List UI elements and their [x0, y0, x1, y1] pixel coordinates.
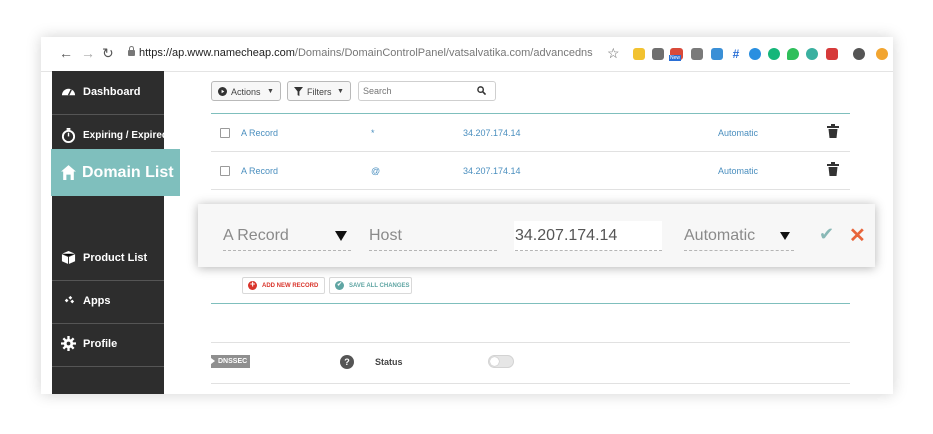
extension-icon[interactable] [853, 48, 865, 60]
extension-icon[interactable] [749, 48, 761, 60]
back-icon[interactable]: ← [59, 46, 73, 60]
extension-pencil-icon[interactable] [633, 48, 645, 60]
sidebar-item-label: Apps [83, 295, 111, 307]
row-checkbox[interactable] [220, 166, 230, 176]
sidebar-item-label: Expiring / Expired [83, 130, 169, 141]
plus-circle-icon: + [248, 279, 257, 290]
dashboard-gauge-icon [61, 88, 76, 96]
field-underline [223, 250, 351, 251]
new-badge: New [669, 55, 682, 61]
search-icon[interactable] [477, 86, 486, 95]
sidebar-item-domain-list[interactable]: Domain List [51, 149, 180, 196]
extension-icon[interactable] [876, 48, 888, 60]
filters-label: Filters [307, 87, 332, 97]
chevron-down-icon: ▼ [337, 88, 344, 95]
extension-new-icon[interactable]: New [669, 48, 683, 61]
record-value[interactable]: 34.207.174.14 [463, 128, 521, 138]
extension-icon[interactable] [787, 48, 799, 60]
status-label: Status [375, 357, 403, 367]
search-input[interactable] [358, 81, 496, 101]
extension-icon[interactable] [652, 48, 664, 60]
row-checkbox[interactable] [220, 128, 230, 138]
record-host[interactable]: * [371, 128, 375, 138]
url-path: /Domains/DomainControlPanel/vatsalvatika… [294, 47, 593, 59]
extension-icon[interactable] [691, 48, 703, 60]
checkmark-icon[interactable]: ✔ [819, 224, 834, 245]
browser-window: ← → ↻ https://ap.www.namecheap.com/Domai… [41, 37, 893, 394]
sidebar-item-label: Profile [83, 338, 118, 350]
add-new-record-button[interactable]: + ADD NEW RECORD [242, 277, 325, 294]
bookmark-star-icon[interactable]: ☆ [607, 45, 620, 62]
help-icon[interactable]: ? [340, 355, 354, 369]
edit-record-row: A Record Host 34.207.174.14 Automatic ✔ … [198, 204, 875, 267]
sidebar-item-label: Domain List [82, 164, 174, 181]
chevron-down-icon: ▼ [267, 88, 274, 95]
url-field[interactable]: https://ap.www.namecheap.com/Domains/Dom… [139, 47, 593, 59]
extension-icon[interactable] [806, 48, 818, 60]
save-all-changes-button[interactable]: ✔ SAVE ALL CHANGES [329, 277, 412, 294]
sidebar-item-apps[interactable]: Apps [52, 280, 164, 324]
sidebar-item-dashboard[interactable]: Dashboard [52, 71, 164, 115]
home-icon [61, 165, 76, 180]
record-type-select[interactable]: A Record [223, 227, 289, 245]
dnssec-text: DNSSEC [218, 358, 248, 365]
sidebar-item-label: Dashboard [83, 86, 141, 98]
dnssec-toggle[interactable] [488, 355, 514, 368]
sidebar-item-label: Product List [83, 252, 148, 264]
record-ttl[interactable]: Automatic [718, 166, 758, 176]
play-circle-icon [218, 87, 227, 96]
divider [211, 303, 850, 304]
value-text: 34.207.174.14 [515, 227, 618, 244]
extension-icon[interactable] [711, 48, 723, 60]
filters-dropdown[interactable]: Filters ▼ [287, 81, 351, 101]
sidebar-item-profile[interactable]: Profile [52, 323, 164, 367]
record-value[interactable]: 34.207.174.14 [463, 166, 521, 176]
trash-icon[interactable] [827, 162, 839, 176]
record-type[interactable]: A Record [241, 128, 278, 138]
grammarly-icon[interactable] [768, 48, 780, 60]
address-bar: ← → ↻ https://ap.www.namecheap.com/Domai… [41, 37, 893, 72]
forward-icon[interactable]: → [81, 46, 95, 60]
host-input[interactable]: Host [369, 227, 402, 245]
apps-diamonds-icon [64, 295, 75, 304]
actions-label: Actions [231, 87, 261, 97]
sidebar: Dashboard Expiring / Expired Product Lis… [52, 71, 168, 394]
lock-icon [128, 46, 135, 56]
add-new-record-label: ADD NEW RECORD [262, 283, 319, 289]
url-host: https://ap.www.namecheap.com [139, 47, 295, 59]
box-icon [61, 250, 76, 265]
record-ttl[interactable]: Automatic [718, 128, 758, 138]
chevron-down-icon[interactable] [780, 232, 790, 240]
table-row: A Record * 34.207.174.14 Automatic [211, 113, 850, 151]
check-circle-icon: ✔ [335, 281, 344, 290]
stopwatch-icon [61, 128, 76, 143]
divider [211, 189, 850, 190]
actions-dropdown[interactable]: Actions ▼ [211, 81, 281, 101]
hashtag-icon[interactable]: # [730, 48, 742, 60]
record-host[interactable]: @ [371, 166, 380, 176]
extension-icon[interactable] [826, 48, 838, 60]
field-underline [515, 250, 662, 251]
field-underline [684, 250, 794, 251]
divider [211, 383, 850, 384]
table-row: A Record @ 34.207.174.14 Automatic [211, 151, 850, 189]
record-type[interactable]: A Record [241, 166, 278, 176]
filter-funnel-icon [294, 87, 303, 96]
sidebar-item-product-list[interactable]: Product List [52, 237, 164, 281]
chevron-down-icon[interactable] [335, 231, 347, 241]
save-all-changes-label: SAVE ALL CHANGES [349, 283, 410, 289]
field-underline [369, 250, 497, 251]
ttl-select[interactable]: Automatic [684, 227, 755, 245]
reload-icon[interactable]: ↻ [102, 46, 114, 60]
dnssec-label: DNSSEC [211, 355, 250, 368]
close-icon[interactable]: ✕ [849, 223, 866, 248]
gear-icon [61, 336, 76, 351]
divider [211, 342, 850, 343]
trash-icon[interactable] [827, 124, 839, 138]
